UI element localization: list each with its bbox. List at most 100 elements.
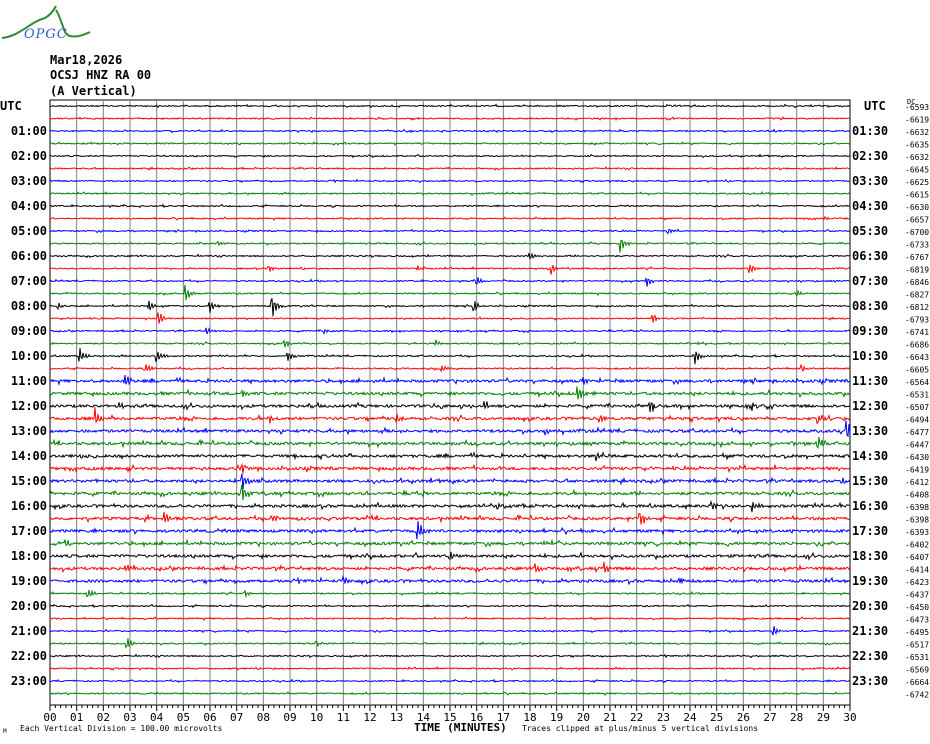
dc-offset-label: -6733 — [905, 241, 929, 250]
dc-offset-label: -6686 — [905, 341, 929, 350]
dc-offset-label: -6632 — [905, 153, 929, 162]
x-tick-label: 25 — [710, 711, 723, 724]
hour-label-left: 17:00 — [11, 524, 47, 538]
dc-offset-label: -6450 — [905, 603, 929, 612]
hour-label-left: 12:00 — [11, 399, 47, 413]
hour-label-right: 01:30 — [852, 124, 888, 138]
hour-label-left: 15:00 — [11, 474, 47, 488]
hour-label-right: 03:30 — [852, 174, 888, 188]
dc-offset-label: -6812 — [905, 303, 929, 312]
x-tick-label: 13 — [390, 711, 403, 724]
hour-label-left: 02:00 — [11, 149, 47, 163]
hour-label-left: 04:00 — [11, 199, 47, 213]
dc-offset-label: -6569 — [905, 666, 929, 675]
dc-offset-label: -6619 — [905, 116, 929, 125]
dc-offset-label: -6531 — [905, 391, 929, 400]
dc-offset-label: -6700 — [905, 228, 929, 237]
hour-label-left: 03:00 — [11, 174, 47, 188]
hour-label-right: 13:30 — [852, 424, 888, 438]
x-tick-label: 18 — [523, 711, 536, 724]
x-tick-label: 24 — [683, 711, 697, 724]
x-tick-label: 26 — [737, 711, 750, 724]
hour-label-right: 23:30 — [852, 674, 888, 688]
dc-offset-label: -6393 — [905, 528, 929, 537]
hour-label-right: 20:30 — [852, 599, 888, 613]
dc-offset-label: -6430 — [905, 453, 929, 462]
x-tick-label: 04 — [150, 711, 164, 724]
dc-offset-label: -6741 — [905, 328, 929, 337]
x-tick-label: 07 — [230, 711, 243, 724]
dc-offset-label: -6473 — [905, 616, 929, 625]
dc-offset-label: -6767 — [905, 253, 929, 262]
x-tick-label: 10 — [310, 711, 323, 724]
x-tick-label: 00 — [43, 711, 56, 724]
dc-offset-label: -6564 — [905, 378, 929, 387]
x-tick-label: 03 — [123, 711, 136, 724]
corner-mark: M — [3, 728, 7, 735]
dc-offset-label: -6664 — [905, 678, 929, 687]
date-label: Mar18,2026 — [50, 53, 123, 67]
x-tick-label: 09 — [283, 711, 296, 724]
x-tick-label: 05 — [177, 711, 190, 724]
clip-note: Traces clipped at plus/minus 5 vertical … — [522, 724, 759, 733]
x-tick-label: 19 — [550, 711, 563, 724]
hour-label-right: 12:30 — [852, 399, 888, 413]
hour-label-right: 05:30 — [852, 224, 888, 238]
x-tick-label: 08 — [257, 711, 270, 724]
dc-offset-label: -6632 — [905, 128, 929, 137]
hour-label-left: 16:00 — [11, 499, 47, 513]
helicorder-plot: 00 01 02 03 04 05 06 07 08 09 10 11 12 13 14 15 16 17 18 19… — [0, 5, 929, 724]
hour-label-right: 22:30 — [852, 649, 888, 663]
hour-label-left: 11:00 — [11, 374, 47, 388]
hour-label-left: 20:00 — [11, 599, 47, 613]
dc-offset-label: -6643 — [905, 353, 929, 362]
dc-offset-label: -6423 — [905, 578, 929, 587]
hour-label-left: 13:00 — [11, 424, 47, 438]
dc-offset-label: -6742 — [905, 691, 929, 700]
dc-offset-label: -6477 — [905, 428, 929, 437]
x-tick-label: 06 — [203, 711, 216, 724]
dc-header: DC — [907, 98, 915, 106]
scale-note: Each Vertical Division = 100.00 microvol… — [20, 724, 223, 733]
hour-label-right: 02:30 — [852, 149, 888, 163]
hour-label-left: 06:00 — [11, 249, 47, 263]
x-tick-label: 29 — [817, 711, 830, 724]
x-tick-label: 21 — [603, 711, 616, 724]
dc-offset-label: -6507 — [905, 403, 929, 412]
station-label: OCSJ HNZ RA 00 — [50, 68, 152, 82]
dc-offset-label: -6407 — [905, 553, 929, 562]
right-axis-title: UTC — [864, 99, 886, 113]
dc-offset-label: -6657 — [905, 216, 929, 225]
x-tick-label: 22 — [630, 711, 643, 724]
hour-label-right: 09:30 — [852, 324, 888, 338]
hour-label-left: 09:00 — [11, 324, 47, 338]
dc-offset-label: -6605 — [905, 366, 929, 375]
hour-label-right: 10:30 — [852, 349, 888, 363]
hour-label-left: 14:00 — [11, 449, 47, 463]
hour-label-right: 15:30 — [852, 474, 888, 488]
dc-offset-label: -6494 — [905, 416, 929, 425]
dc-offset-label: -6625 — [905, 178, 929, 187]
dc-offset-label: -6635 — [905, 141, 929, 150]
x-tick-label: 27 — [763, 711, 776, 724]
hour-label-right: 16:30 — [852, 499, 888, 513]
hour-label-left: 08:00 — [11, 299, 47, 313]
dc-offset-label: -6531 — [905, 653, 929, 662]
hour-label-right: 04:30 — [852, 199, 888, 213]
dc-offset-label: -6846 — [905, 278, 929, 287]
axis-labels: 00 01 02 03 04 05 06 07 08 09 10 11 12 13 14 15 16 17 18 19… — [0, 98, 929, 724]
x-tick-label: 11 — [337, 711, 350, 724]
x-tick-label: 12 — [363, 711, 376, 724]
left-axis-title: UTC — [0, 99, 22, 113]
hour-label-right: 21:30 — [852, 624, 888, 638]
hour-label-right: 07:30 — [852, 274, 888, 288]
hour-label-right: 06:30 — [852, 249, 888, 263]
hour-label-right: 11:30 — [852, 374, 888, 388]
dc-offset-label: -6402 — [905, 541, 929, 550]
dc-offset-label: -6398 — [905, 516, 929, 525]
x-tick-label: 20 — [577, 711, 590, 724]
dc-offset-label: -6419 — [905, 466, 929, 475]
hour-label-left: 22:00 — [11, 649, 47, 663]
dc-offset-label: -6398 — [905, 503, 929, 512]
hour-label-right: 17:30 — [852, 524, 888, 538]
